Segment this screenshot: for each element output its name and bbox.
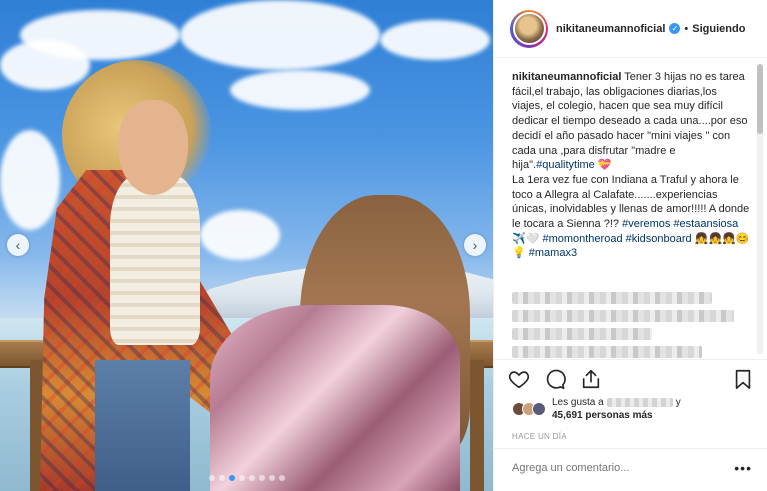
- hashtag-link[interactable]: #momontheroad: [542, 233, 622, 245]
- comment-icon: [546, 369, 566, 389]
- header-separator: •: [684, 22, 689, 35]
- bookmark-icon: [735, 369, 751, 389]
- likes-suffix: y: [675, 397, 681, 408]
- carousel-prev-button[interactable]: ‹: [7, 234, 29, 256]
- railing-post: [470, 360, 484, 491]
- caption-text: Tener 3 hijas no es tarea fácil,el traba…: [512, 71, 748, 172]
- carousel-dot: [258, 475, 265, 481]
- hashtag-link[interactable]: #veremos: [622, 218, 670, 230]
- likes-summary: Les gusta a y 45,691 personas más: [512, 396, 681, 422]
- heart-icon: [508, 371, 530, 389]
- blurred-comments: [512, 292, 742, 364]
- cloud: [380, 20, 490, 60]
- caption-scrollbar[interactable]: [757, 64, 763, 354]
- carousel-dot: [208, 475, 215, 481]
- comment-button[interactable]: [544, 368, 566, 390]
- blurred-liker-name[interactable]: [606, 398, 673, 407]
- blurred-comment: [512, 346, 702, 358]
- blurred-comment: [512, 328, 652, 340]
- cloud: [200, 210, 280, 260]
- divider: [494, 359, 767, 360]
- carousel-dot: [248, 475, 255, 481]
- carousel-dot: [268, 475, 275, 481]
- hashtag-link[interactable]: #kidsonboard: [626, 233, 692, 245]
- avatar[interactable]: [512, 12, 546, 45]
- like-button[interactable]: [508, 368, 530, 390]
- heart-emoji: 💝: [597, 159, 612, 172]
- comment-box: •••: [512, 460, 752, 476]
- carousel-dot: [278, 475, 285, 481]
- carousel-indicators: [0, 475, 493, 481]
- chevron-left-icon: ‹: [15, 237, 21, 253]
- carousel-dot: [238, 475, 245, 481]
- cloud: [230, 70, 370, 110]
- post-photo[interactable]: ‹ ›: [0, 0, 493, 491]
- liker-avatar[interactable]: [532, 402, 546, 416]
- post-timestamp[interactable]: HACE UN DÍA: [512, 432, 567, 441]
- plane-emoji: ✈️🤍: [512, 232, 543, 245]
- post-header: nikitaneumannoficial ✓ • Siguiendo: [494, 0, 767, 58]
- caption-username-link[interactable]: nikitaneumannoficial: [512, 71, 621, 83]
- cloud: [0, 130, 60, 230]
- cloud: [0, 40, 90, 90]
- woman-jeans: [95, 360, 190, 491]
- hashtag-link[interactable]: #qualitytime: [536, 159, 595, 171]
- comment-input[interactable]: [512, 462, 712, 474]
- action-bar: [508, 366, 754, 392]
- blurred-comment: [512, 292, 712, 304]
- save-button[interactable]: [732, 368, 754, 390]
- verified-badge-icon: ✓: [669, 23, 681, 34]
- carousel-dot: [218, 475, 225, 481]
- chevron-right-icon: ›: [472, 237, 478, 253]
- scrollbar-thumb[interactable]: [757, 64, 763, 134]
- hashtag-link[interactable]: #mamax3: [529, 247, 577, 259]
- post-sidebar: nikitaneumannoficial ✓ • Siguiendo nikit…: [493, 0, 767, 491]
- woman-blouse: [110, 175, 200, 345]
- following-button[interactable]: Siguiendo: [692, 23, 745, 35]
- blurred-comment: [512, 310, 734, 322]
- hashtag-link[interactable]: #estaansiosa: [673, 218, 738, 230]
- carousel-next-button[interactable]: ›: [464, 234, 486, 256]
- woman-face: [118, 100, 188, 195]
- username-link[interactable]: nikitaneumannoficial: [556, 23, 665, 35]
- girl-jacket: [210, 305, 460, 491]
- likes-count[interactable]: 45,691 personas más: [552, 409, 681, 422]
- share-button[interactable]: [580, 368, 602, 390]
- more-options-icon[interactable]: •••: [734, 460, 752, 476]
- carousel-dot: [228, 475, 235, 481]
- share-icon: [582, 369, 600, 389]
- post-caption: nikitaneumannoficial Tener 3 hijas no es…: [512, 70, 750, 261]
- divider: [494, 448, 767, 449]
- cloud: [180, 0, 380, 70]
- likes-prefix: Les gusta a: [552, 397, 604, 408]
- avatar-story-ring[interactable]: [510, 9, 548, 48]
